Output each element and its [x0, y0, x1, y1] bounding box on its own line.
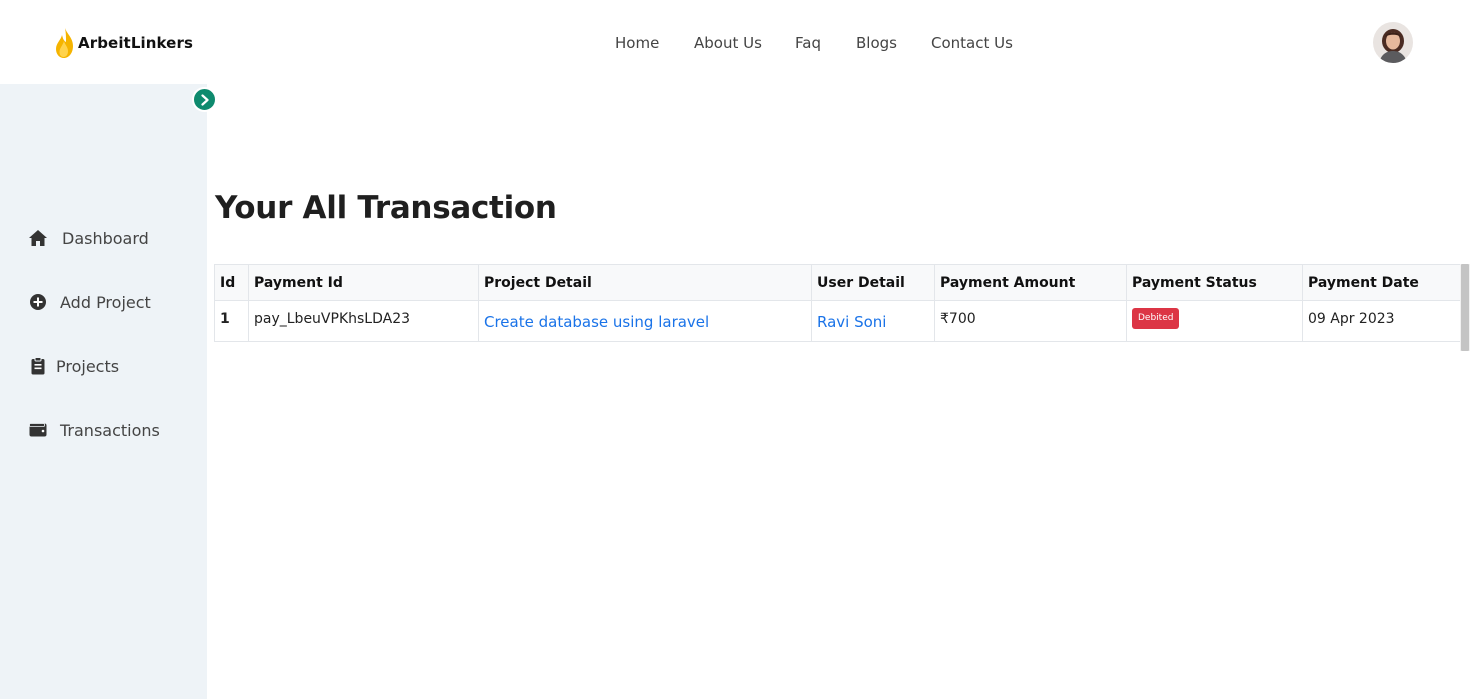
transactions-table: Id Payment Id Project Detail User Detail… [214, 264, 1461, 342]
sidebar-item-dashboard[interactable]: Dashboard [28, 226, 149, 250]
scrollbar-thumb[interactable] [1461, 264, 1469, 351]
sidebar-item-label: Transactions [60, 420, 160, 440]
cell-user-detail: Ravi Soni [811, 300, 935, 342]
sidebar-item-transactions[interactable]: Transactions [28, 418, 160, 442]
column-header-project-detail: Project Detail [478, 264, 812, 301]
sidebar-item-label: Add Project [60, 292, 151, 312]
nav-blogs-link[interactable]: Blogs [856, 31, 897, 55]
status-badge: Debited [1132, 308, 1180, 329]
column-header-id: Id [214, 264, 249, 301]
nav-faq-link[interactable]: Faq [795, 31, 821, 55]
chevron-right-icon [200, 93, 209, 106]
table-header-row: Id Payment Id Project Detail User Detail… [214, 264, 1461, 301]
plus-circle-icon [28, 292, 48, 312]
cell-payment-date: 09 Apr 2023 [1302, 300, 1461, 342]
nav-contact-link[interactable]: Contact Us [931, 31, 1013, 55]
table-header: Id Payment Id Project Detail User Detail… [214, 264, 1461, 301]
avatar-photo [1373, 22, 1413, 63]
column-header-payment-date: Payment Date [1302, 264, 1461, 301]
table-row: 1 pay_LbeuVPKhsLDA23 Create database usi… [214, 300, 1461, 342]
nav-about-link[interactable]: About Us [694, 31, 762, 55]
sidebar-toggle-button[interactable] [192, 87, 217, 112]
column-header-payment-status: Payment Status [1126, 264, 1303, 301]
top-navbar: ArbeitLinkers Home About Us Faq Blogs Co… [0, 0, 1477, 84]
sidebar-item-label: Dashboard [62, 228, 149, 248]
page-title: Your All Transaction [215, 190, 557, 226]
sidebar: Dashboard Add Project Projects Transacti… [0, 84, 207, 699]
column-header-payment-amount: Payment Amount [934, 264, 1127, 301]
cell-project-detail: Create database using laravel [478, 300, 812, 342]
user-detail-link[interactable]: Ravi Soni [817, 313, 886, 331]
column-header-payment-id: Payment Id [248, 264, 479, 301]
user-avatar[interactable] [1373, 22, 1413, 63]
sidebar-item-add-project[interactable]: Add Project [28, 290, 151, 314]
brand-logo[interactable]: ArbeitLinkers [54, 27, 193, 59]
column-header-user-detail: User Detail [811, 264, 935, 301]
nav-home-link[interactable]: Home [615, 31, 659, 55]
sidebar-item-projects[interactable]: Projects [28, 354, 119, 378]
home-icon [28, 228, 48, 248]
flame-logo-icon [56, 28, 73, 58]
cell-payment-id: pay_LbeuVPKhsLDA23 [248, 300, 479, 342]
transactions-table-container: Id Payment Id Project Detail User Detail… [214, 264, 1461, 342]
clipboard-icon [28, 356, 48, 376]
cell-payment-status: Debited [1126, 300, 1303, 342]
table-scrollbar[interactable] [1460, 264, 1470, 351]
cell-id: 1 [214, 300, 249, 342]
cell-payment-amount: ₹700 [934, 300, 1127, 342]
brand-name: ArbeitLinkers [78, 34, 193, 52]
wallet-icon [28, 420, 48, 440]
sidebar-item-label: Projects [56, 356, 120, 376]
project-detail-link[interactable]: Create database using laravel [484, 313, 709, 331]
